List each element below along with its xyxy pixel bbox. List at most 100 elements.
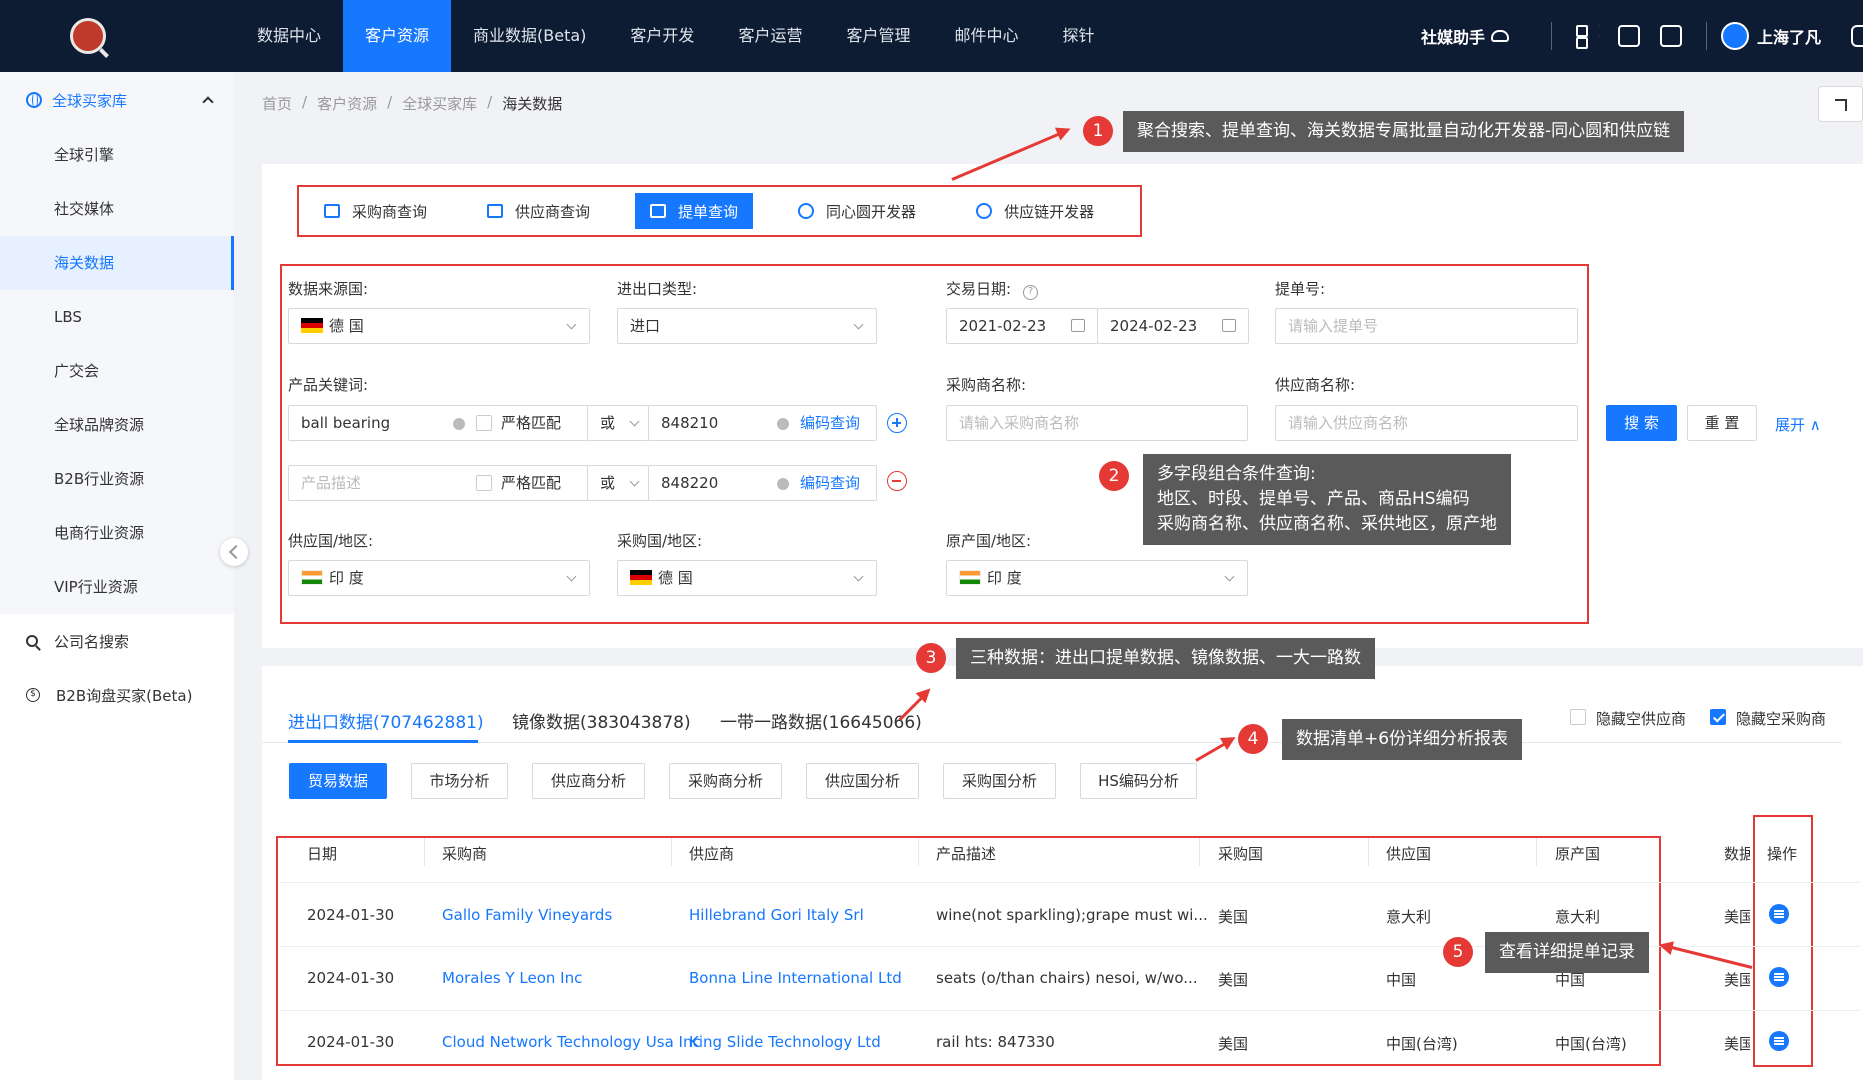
logic-select[interactable]: 或 [587,465,649,501]
cell-buyer-link[interactable]: Gallo Family Vineyards [442,906,612,924]
social-assistant-button[interactable]: 社媒助手 [1421,24,1509,48]
sidebar-collapse-button[interactable] [220,538,248,566]
sidebar-item-vip[interactable]: VIP行业资源 [0,560,234,614]
date-from-field[interactable]: 2021-02-23 [946,308,1098,344]
sidebar-item-global-engine[interactable]: 全球引擎 [0,128,234,182]
strict-match-label: 严格匹配 [501,414,562,432]
sidebar-item-lbs[interactable]: LBS [0,290,234,344]
tab-io-data[interactable]: 进出口数据(707462881) [288,708,484,733]
nav-data-center[interactable]: 数据中心 [235,0,343,72]
avatar[interactable] [1720,22,1749,50]
cell-supplier-link[interactable]: Hillebrand Gori Italy Srl [689,906,864,924]
source-country-label: 数据来源国: [288,280,369,298]
india-flag-icon [959,570,981,585]
divider [424,838,425,866]
tab-trade-data[interactable]: 贸易数据 [289,763,387,799]
trade-date-label-text: 交易日期: [946,280,1012,298]
reset-button[interactable]: 重 置 [1687,405,1757,441]
panel-toggle-icon[interactable] [1851,25,1863,47]
edit-task-icon[interactable] [1659,25,1682,47]
tab-bill-query[interactable]: 提单查询 [635,193,754,229]
tab-supplier-query[interactable]: 供应商查询 [472,193,605,229]
hide-empty-supplier-checkbox[interactable] [1570,709,1586,725]
tab-market-analysis[interactable]: 市场分析 [411,763,508,799]
sidebar-item-company-search[interactable]: 公司名搜索 [0,614,234,668]
divider [1368,838,1369,866]
date-to-field[interactable]: 2024-02-23 [1097,308,1249,344]
nav-probe[interactable]: 探针 [1040,0,1116,72]
cell-buyer-link[interactable]: Cloud Network Technology Usa Inc [442,1033,701,1051]
source-country-select[interactable]: 德 国 [288,308,590,344]
supplier-name-input[interactable]: 请输入供应商名称 [1275,405,1578,441]
cell-buy-country: 美国 [1218,971,1249,989]
product-desc-input[interactable]: 产品描述 严格匹配 [288,465,588,501]
breadcrumb-global-buyers[interactable]: 全球买家库 [402,93,477,114]
view-bill-detail-icon[interactable] [1769,904,1789,924]
io-type-select[interactable]: 进口 [617,308,877,344]
expand-link[interactable]: 展开 ∧ [1775,414,1821,435]
sidebar-group-global-buyers[interactable]: 全球买家库 [0,72,234,128]
breadcrumb-home[interactable]: 首页 [262,93,292,114]
remove-condition-icon[interactable] [887,471,907,491]
strict-match-checkbox[interactable] [476,475,492,491]
logic-select[interactable]: 或 [587,405,649,441]
tab-hs-analysis[interactable]: HS编码分析 [1080,763,1197,799]
buyer-name-input[interactable]: 请输入采购商名称 [946,405,1248,441]
tab-belt-road-data[interactable]: 一带一路数据(16645066) [720,708,922,733]
nav-customer-resources[interactable]: 客户资源 [343,0,452,72]
nav-customer-ops[interactable]: 客户运营 [716,0,824,72]
sidebar-item-customs-data[interactable]: 海关数据 [0,236,234,290]
sidebar-item-brands[interactable]: 全球品牌资源 [0,398,234,452]
view-bill-detail-icon[interactable] [1769,967,1789,987]
nav-mail-center[interactable]: 邮件中心 [932,0,1040,72]
keyword-input[interactable]: ball bearing 严格匹配 [288,405,588,441]
cell-origin: 中国(台湾) [1555,1035,1627,1053]
tab-supplier-analysis[interactable]: 供应商分析 [532,763,645,799]
cell-buyer-link[interactable]: Morales Y Leon Inc [442,969,582,987]
hide-empty-buyer-checkbox[interactable] [1710,709,1726,725]
checklist-icon[interactable] [1617,25,1640,47]
app-logo[interactable] [70,18,106,54]
search-button[interactable]: 搜 索 [1606,405,1677,441]
clear-icon[interactable] [777,418,789,430]
clear-icon[interactable] [777,478,789,490]
code-query-link[interactable]: 编码查询 [800,406,860,440]
sidebar-item-b2b-inquiry[interactable]: $ B2B询盘买家(Beta) [0,668,234,722]
supply-country-select[interactable]: 印 度 [288,560,590,596]
clear-icon[interactable] [453,418,465,430]
hs-code-input[interactable]: 848210 编码查询 [648,405,877,441]
bill-no-input[interactable]: 请输入提单号 [1275,308,1578,344]
cell-supplier-link[interactable]: King Slide Technology Ltd [689,1033,881,1051]
apps-grid-icon[interactable] [1575,25,1598,49]
tab-supply-chain-developer[interactable]: 供应链开发器 [961,193,1109,229]
buy-country-select[interactable]: 德 国 [617,560,877,596]
code-query-link[interactable]: 编码查询 [800,466,860,500]
strict-match-checkbox[interactable] [476,415,492,431]
hs-code-input[interactable]: 848220 编码查询 [648,465,877,501]
view-bill-detail-icon[interactable] [1769,1031,1789,1051]
fullscreen-button[interactable] [1818,86,1863,122]
sidebar-item-canton-fair[interactable]: 广交会 [0,344,234,398]
nav-customer-dev[interactable]: 客户开发 [608,0,716,72]
cell-supply-country: 中国(台湾) [1386,1035,1458,1053]
add-condition-icon[interactable] [887,413,907,433]
sidebar-item-ecommerce[interactable]: 电商行业资源 [0,506,234,560]
sidebar-item-social-media[interactable]: 社交媒体 [0,182,234,236]
origin-country-select[interactable]: 印 度 [946,560,1248,596]
cloud-upload-icon [1490,30,1509,42]
tab-supply-country-analysis[interactable]: 供应国分析 [806,763,919,799]
select-value: 印 度 [329,569,364,587]
callout-badge-2: 2 [1099,461,1129,491]
nav-business-data[interactable]: 商业数据(Beta) [451,0,608,72]
sidebar-item-b2b[interactable]: B2B行业资源 [0,452,234,506]
breadcrumb-customer-resources[interactable]: 客户资源 [317,93,377,114]
help-icon[interactable]: ? [1023,285,1039,300]
tab-mirror-data[interactable]: 镜像数据(383043878) [512,708,691,733]
nav-customer-mgmt[interactable]: 客户管理 [824,0,932,72]
tab-buy-country-analysis[interactable]: 采购国分析 [943,763,1056,799]
tab-concentric-developer[interactable]: 同心圆开发器 [783,193,931,229]
user-name[interactable]: 上海了凡 [1757,24,1821,48]
tab-buyer-analysis[interactable]: 采购商分析 [669,763,782,799]
cell-supplier-link[interactable]: Bonna Line International Ltd [689,969,902,987]
tab-buyer-query[interactable]: 采购商查询 [309,193,442,229]
